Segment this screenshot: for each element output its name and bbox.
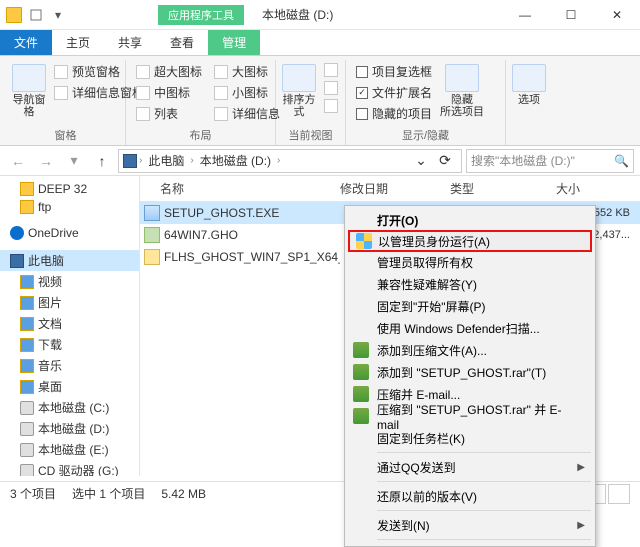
nav-tree[interactable]: DEEP 32 ftp OneDrive 此电脑 视频 图片 文档 下载 音乐 … [0,176,140,476]
view-xl-icons[interactable]: 超大图标 [132,62,206,81]
rar-icon [353,342,369,358]
context-menu: 打开(O) 以管理员身份运行(A) 管理员取得所有权 兼容性疑难解答(Y) 固定… [344,205,596,547]
ctx-run-as-admin[interactable]: 以管理员身份运行(A) [348,230,592,252]
col-type[interactable]: 类型 [450,180,520,197]
exe-icon [144,205,160,221]
nav-pane-button[interactable]: 导航窗格 [12,60,46,118]
tree-video[interactable]: 视频 [0,271,139,292]
view-details[interactable]: 详细信息 [210,104,284,123]
status-size: 5.42 MB [161,487,206,501]
tree-thispc[interactable]: 此电脑 [0,250,139,271]
nav-recent-button[interactable]: ▾ [62,149,86,173]
tree-cd[interactable]: CD 驱动器 (G:) [0,460,139,476]
rar-icon [353,386,369,402]
tree-documents[interactable]: 文档 [0,313,139,334]
ctx-take-ownership[interactable]: 管理员取得所有权 [347,251,593,273]
tree-drive-e[interactable]: 本地磁盘 (E:) [0,439,139,460]
breadcrumb-dropdown[interactable]: ⌄ [409,149,433,173]
view-m-icons[interactable]: 中图标 [132,83,206,102]
close-button[interactable]: ✕ [594,0,640,30]
tree-music[interactable]: 音乐 [0,355,139,376]
refresh-button[interactable]: ⟳ [433,149,457,173]
minimize-button[interactable]: — [502,0,548,30]
ctx-pin-taskbar[interactable]: 固定到任务栏(K) [347,427,593,449]
tree-drive-d[interactable]: 本地磁盘 (D:) [0,418,139,439]
tab-view[interactable]: 查看 [156,30,208,55]
col-name[interactable]: 名称 [140,180,340,197]
tree-downloads[interactable]: 下载 [0,334,139,355]
nav-forward-button[interactable]: → [34,149,58,173]
thispc-icon [123,154,137,168]
ctx-zip-email-named[interactable]: 压缩到 "SETUP_GHOST.rar" 并 E-mail [347,405,593,427]
tab-manage[interactable]: 管理 [208,30,260,55]
qat-dropdown[interactable]: ▾ [48,5,68,25]
ctx-add-archive[interactable]: 添加到压缩文件(A)... [347,339,593,361]
ctx-add-archive-named[interactable]: 添加到 "SETUP_GHOST.rar"(T) [347,361,593,383]
sort-icon [282,64,316,92]
view-l-icons[interactable]: 大图标 [210,62,284,81]
options-icon [512,64,546,92]
col-date[interactable]: 修改日期 [340,180,450,197]
nav-back-button[interactable]: ← [6,149,30,173]
ctx-pin-start[interactable]: 固定到"开始"屏幕(P) [347,295,593,317]
search-icon: 🔍 [614,154,629,168]
tree-drive-c[interactable]: 本地磁盘 (C:) [0,397,139,418]
nav-up-button[interactable]: ↑ [90,149,114,173]
tree-desktop[interactable]: 桌面 [0,376,139,397]
gho-icon [144,249,160,265]
maximize-button[interactable]: ☐ [548,0,594,30]
status-selection: 选中 1 个项目 [72,485,145,502]
hide-icon [445,64,479,92]
rar-icon [353,408,369,424]
status-count: 3 个项目 [10,485,56,502]
nav-pane-icon [12,64,46,92]
col-size[interactable]: 大小 [520,180,580,197]
crumb-drive[interactable]: 本地磁盘 (D:) [196,152,275,169]
view-s-icons[interactable]: 小图标 [210,83,284,102]
checkbox-hidden-items[interactable]: 隐藏的项目 [352,104,436,123]
qat-props[interactable] [26,5,46,25]
view-list[interactable]: 列表 [132,104,206,123]
checkbox-file-ext[interactable]: ✓文件扩展名 [352,83,436,102]
drive-icon [6,7,22,23]
options-button[interactable]: 选项 [512,60,546,106]
tab-file[interactable]: 文件 [0,30,52,55]
gho-icon [144,227,160,243]
sort-button[interactable]: 排序方式 [282,60,316,118]
checkbox-item-boxes[interactable]: 项目复选框 [352,62,436,81]
crumb-thispc[interactable]: 此电脑 [144,152,188,169]
tree-pictures[interactable]: 图片 [0,292,139,313]
ctx-open[interactable]: 打开(O) [347,209,593,231]
ctx-compat-troubleshoot[interactable]: 兼容性疑难解答(Y) [347,273,593,295]
search-input[interactable]: 搜索"本地磁盘 (D:)" 🔍 [466,149,634,173]
tree-onedrive[interactable]: OneDrive [0,224,139,242]
window-title: 本地磁盘 (D:) [262,6,333,23]
shield-icon [356,233,372,249]
view-toggle-icons[interactable] [608,484,630,504]
tree-ftp[interactable]: ftp [0,198,139,216]
ctx-send-to[interactable]: 发送到(N)▶ [347,514,593,536]
ctx-defender-scan[interactable]: 使用 Windows Defender扫描... [347,317,593,339]
tab-share[interactable]: 共享 [104,30,156,55]
tree-deep32[interactable]: DEEP 32 [0,180,139,198]
hide-selected-button[interactable]: 隐藏 所选项目 [440,60,484,118]
breadcrumb[interactable]: › 此电脑 › 本地磁盘 (D:) › ⌄ ⟳ [118,149,462,173]
ctx-restore-previous[interactable]: 还原以前的版本(V) [347,485,593,507]
context-tab-label: 应用程序工具 [158,5,244,25]
tab-home[interactable]: 主页 [52,30,104,55]
rar-icon [353,364,369,380]
ctx-qq-send[interactable]: 通过QQ发送到▶ [347,456,593,478]
